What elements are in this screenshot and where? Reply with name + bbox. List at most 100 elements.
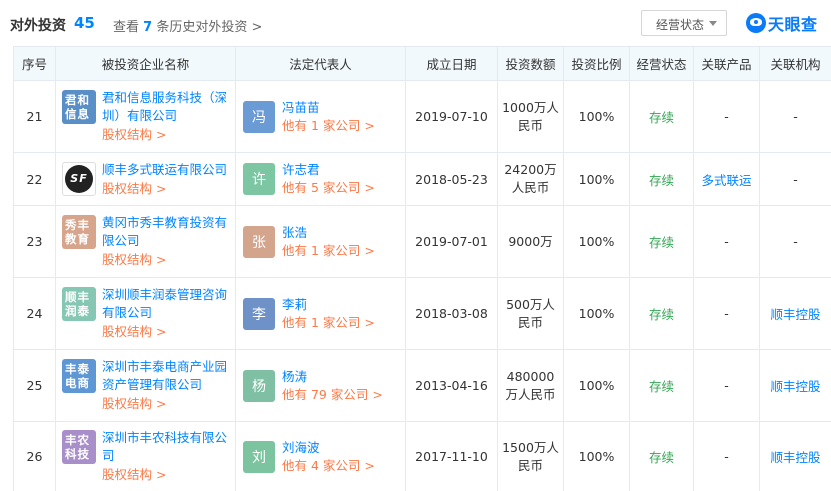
company-name-link[interactable]: 深圳市丰泰电商产业园资产管理有限公司	[102, 358, 235, 394]
company-name-link[interactable]: 君和信息服务科技（深圳）有限公司	[102, 89, 235, 125]
representative-cell: 李 李莉 他有 1 家公司 >	[235, 277, 406, 350]
related-product: -	[693, 349, 760, 422]
section-title: 对外投资	[10, 18, 66, 34]
representative-avatar[interactable]: 李	[243, 297, 275, 330]
row-index: 22	[13, 152, 56, 206]
equity-structure-link[interactable]: 股权结构 >	[102, 323, 235, 341]
representative-avatar[interactable]: 冯	[243, 100, 275, 133]
equity-structure-link[interactable]: 股权结构 >	[102, 395, 235, 413]
company-cell: 丰农科技 深圳市丰农科技有限公司 股权结构 >	[55, 421, 236, 491]
company-cell: 顺丰润泰 深圳顺丰润泰管理咨询有限公司 股权结构 >	[55, 277, 236, 350]
row-index: 26	[13, 421, 56, 491]
company-cell: 君和信息 君和信息服务科技（深圳）有限公司 股权结构 >	[55, 80, 236, 153]
representative-name-link[interactable]: 杨涛	[282, 368, 383, 386]
operating-status: 存续	[629, 205, 694, 278]
company-name-link[interactable]: 顺丰多式联运有限公司	[102, 161, 235, 179]
related-product-link[interactable]: 多式联运	[693, 152, 760, 206]
investment-ratio: 100%	[563, 205, 630, 278]
representative-cell: 刘 刘海波 他有 4 家公司 >	[235, 421, 406, 491]
related-org-link[interactable]: 顺丰控股	[759, 277, 831, 350]
history-prefix: 查看	[113, 20, 140, 35]
representative-name-link[interactable]: 李莉	[282, 296, 375, 314]
equity-structure-link[interactable]: 股权结构 >	[102, 251, 235, 269]
company-name-link[interactable]: 深圳市丰农科技有限公司	[102, 429, 235, 465]
company-logo[interactable]: 顺丰润泰	[62, 287, 96, 321]
table-header-row: 序号 被投资企业名称 法定代表人 成立日期 投资数额 投资比例 经营状态 关联产…	[13, 46, 831, 81]
representative-cell: 张 张浩 他有 1 家公司 >	[235, 205, 406, 278]
representative-name-link[interactable]: 张浩	[282, 224, 375, 242]
table-row: 25 丰泰电商 深圳市丰泰电商产业园资产管理有限公司 股权结构 > 杨 杨涛 他…	[13, 349, 831, 422]
investment-table: 序号 被投资企业名称 法定代表人 成立日期 投资数额 投资比例 经营状态 关联产…	[13, 46, 831, 491]
investment-ratio: 100%	[563, 421, 630, 491]
representative-companies-link[interactable]: 他有 79 家公司 >	[282, 386, 383, 404]
representative-name-link[interactable]: 冯苗苗	[282, 99, 375, 117]
operating-status: 存续	[629, 277, 694, 350]
history-investments-link[interactable]: 查看 7 条历史对外投资 >	[113, 16, 262, 35]
representative-avatar[interactable]: 许	[243, 163, 275, 195]
col-header-ratio: 投资比例	[563, 46, 630, 81]
equity-structure-link[interactable]: 股权结构 >	[102, 466, 235, 484]
representative-avatar[interactable]: 杨	[243, 369, 275, 402]
equity-structure-link[interactable]: 股权结构 >	[102, 180, 235, 198]
status-filter-dropdown[interactable]: 经营状态	[641, 10, 727, 36]
company-name-link[interactable]: 深圳顺丰润泰管理咨询有限公司	[102, 286, 235, 322]
row-index: 23	[13, 205, 56, 278]
related-product: -	[693, 421, 760, 491]
investment-ratio: 100%	[563, 277, 630, 350]
founded-date: 2013-04-16	[405, 349, 498, 422]
representative-companies-link[interactable]: 他有 1 家公司 >	[282, 117, 375, 135]
company-logo[interactable]: 君和信息	[62, 90, 96, 124]
representative-cell: 杨 杨涛 他有 79 家公司 >	[235, 349, 406, 422]
related-product: -	[693, 277, 760, 350]
related-org: -	[759, 205, 831, 278]
company-logo[interactable]: SF	[62, 161, 96, 196]
operating-status: 存续	[629, 421, 694, 491]
founded-date: 2018-03-08	[405, 277, 498, 350]
col-header-index: 序号	[13, 46, 56, 81]
col-header-org: 关联机构	[759, 46, 831, 81]
status-filter-label: 经营状态	[656, 18, 705, 32]
related-org-link[interactable]: 顺丰控股	[759, 421, 831, 491]
row-index: 25	[13, 349, 56, 422]
related-org: -	[759, 80, 831, 153]
equity-structure-link[interactable]: 股权结构 >	[102, 126, 235, 144]
related-product: -	[693, 205, 760, 278]
related-org-link[interactable]: 顺丰控股	[759, 349, 831, 422]
representative-companies-link[interactable]: 他有 5 家公司 >	[282, 179, 375, 197]
founded-date: 2018-05-23	[405, 152, 498, 206]
investment-ratio: 100%	[563, 152, 630, 206]
eye-logo-icon	[746, 13, 766, 33]
representative-cell: 许 许志君 他有 5 家公司 >	[235, 152, 406, 206]
related-product: -	[693, 80, 760, 153]
operating-status: 存续	[629, 349, 694, 422]
investment-amount: 24200万人民币	[497, 152, 564, 206]
col-header-representative: 法定代表人	[235, 46, 406, 81]
representative-avatar[interactable]: 刘	[243, 440, 275, 473]
investment-ratio: 100%	[563, 80, 630, 153]
company-logo[interactable]: 丰农科技	[62, 430, 96, 464]
investment-amount: 1500万人民币	[497, 421, 564, 491]
company-name-link[interactable]: 黄冈市秀丰教育投资有限公司	[102, 214, 235, 250]
founded-date: 2019-07-10	[405, 80, 498, 153]
tianyancha-logo: 天眼查	[746, 11, 818, 35]
representative-companies-link[interactable]: 他有 1 家公司 >	[282, 242, 375, 260]
col-header-status: 经营状态	[629, 46, 694, 81]
row-index: 21	[13, 80, 56, 153]
investment-amount: 480000万人民币	[497, 349, 564, 422]
investment-count: 45	[74, 14, 95, 32]
table-row: 22 SF 顺丰多式联运有限公司 股权结构 > 许 许志君 他有 5 家公司 >…	[13, 152, 831, 206]
col-header-amount: 投资数额	[497, 46, 564, 81]
company-logo[interactable]: 丰泰电商	[62, 359, 96, 393]
representative-companies-link[interactable]: 他有 1 家公司 >	[282, 314, 375, 332]
company-logo[interactable]: 秀丰教育	[62, 215, 96, 249]
representative-name-link[interactable]: 许志君	[282, 161, 375, 179]
table-row: 21 君和信息 君和信息服务科技（深圳）有限公司 股权结构 > 冯 冯苗苗 他有…	[13, 80, 831, 153]
representative-companies-link[interactable]: 他有 4 家公司 >	[282, 457, 375, 475]
col-header-product: 关联产品	[693, 46, 760, 81]
related-org: -	[759, 152, 831, 206]
representative-avatar[interactable]: 张	[243, 225, 275, 258]
row-index: 24	[13, 277, 56, 350]
representative-name-link[interactable]: 刘海波	[282, 439, 375, 457]
table-row: 24 顺丰润泰 深圳顺丰润泰管理咨询有限公司 股权结构 > 李 李莉 他有 1 …	[13, 277, 831, 350]
table-row: 23 秀丰教育 黄冈市秀丰教育投资有限公司 股权结构 > 张 张浩 他有 1 家…	[13, 205, 831, 278]
